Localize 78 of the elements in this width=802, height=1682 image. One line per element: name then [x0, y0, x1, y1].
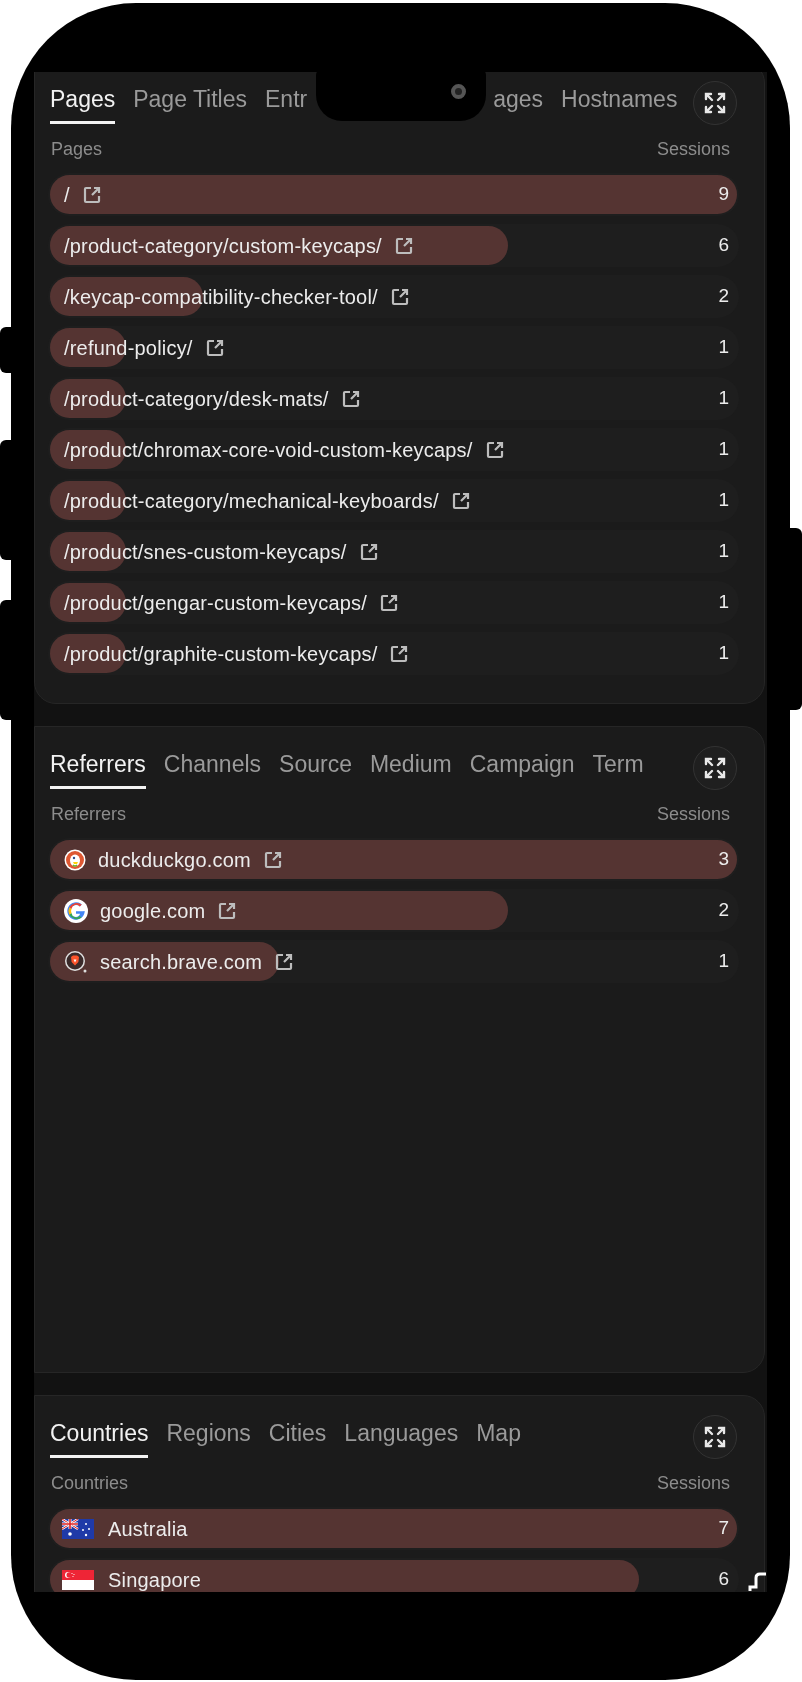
session-count: 3 — [718, 847, 730, 872]
external-link-icon[interactable] — [389, 643, 410, 664]
page-path: /product/graphite-custom-keycaps/ — [64, 641, 378, 667]
external-link-icon[interactable] — [340, 388, 361, 409]
referrer-domain: google.com — [100, 898, 206, 924]
external-link-icon[interactable] — [81, 184, 102, 205]
column-label: Sessions — [656, 803, 730, 826]
corner-icon — [748, 1572, 766, 1591]
tab[interactable]: Cities — [268, 1415, 327, 1458]
expand-button[interactable] — [693, 81, 737, 125]
external-link-icon[interactable] — [379, 592, 399, 613]
referrer-domain: search.brave.com — [100, 949, 263, 975]
tab[interactable]: Languages — [344, 1415, 459, 1458]
session-count: 1 — [718, 335, 730, 360]
session-count: 2 — [718, 284, 730, 309]
external-link-icon[interactable] — [274, 951, 295, 972]
page-path: /product-category/custom-keycaps/ — [64, 233, 382, 259]
tab[interactable]: Regions — [166, 1415, 251, 1458]
column-label: Sessions — [656, 138, 730, 161]
tab[interactable]: Source — [279, 746, 352, 789]
tab[interactable]: Map — [476, 1415, 521, 1458]
page-path: /refund-policy/ — [64, 335, 193, 361]
external-link-icon[interactable] — [393, 235, 414, 256]
session-count: 6 — [718, 233, 730, 258]
tab[interactable]: Term — [592, 746, 644, 789]
session-count: 7 — [718, 1516, 730, 1541]
country-name: Australia — [108, 1516, 188, 1542]
column-label: Sessions — [656, 1472, 730, 1495]
session-count: 1 — [718, 488, 730, 513]
tab[interactable]: Entr — [265, 81, 308, 124]
external-link-icon[interactable] — [262, 849, 283, 870]
session-count: 1 — [718, 386, 730, 411]
tab[interactable]: Medium — [369, 746, 452, 789]
session-count: 6 — [718, 1567, 730, 1592]
expand-icon — [704, 757, 726, 779]
session-count: 1 — [718, 539, 730, 564]
session-count: 1 — [718, 949, 730, 974]
page-path: / — [64, 182, 70, 208]
external-link-icon[interactable] — [450, 490, 471, 511]
external-link-icon[interactable] — [358, 541, 379, 562]
tab[interactable]: Channels — [163, 746, 262, 789]
session-count: 1 — [718, 641, 730, 666]
side-button[interactable] — [0, 327, 11, 373]
tab[interactable]: Campaign — [469, 746, 575, 789]
page-path: /product-category/mechanical-keyboards/ — [64, 488, 439, 514]
external-link-icon[interactable] — [204, 337, 225, 358]
external-link-icon[interactable] — [389, 286, 410, 307]
g-logo-icon — [64, 898, 88, 923]
tab[interactable]: Countries — [50, 1415, 149, 1458]
flag-icon — [62, 1569, 94, 1590]
tab[interactable]: Hostnames — [561, 81, 678, 124]
tab[interactable]: ages — [493, 81, 544, 124]
expand-button[interactable] — [693, 1415, 737, 1459]
external-link-icon[interactable] — [217, 900, 238, 921]
page-path: /product-category/desk-mats/ — [64, 386, 329, 412]
column-label: Countries — [51, 1472, 129, 1495]
column-label: Pages — [51, 138, 103, 161]
shield-logo-icon — [64, 949, 88, 974]
page-path: /product/chromax-core-void-custom-keycaps/ — [64, 437, 473, 463]
expand-icon — [704, 92, 726, 114]
session-count: 1 — [718, 437, 730, 462]
page-path: /product/gengar-custom-keycaps/ — [64, 590, 367, 616]
external-link-icon[interactable] — [484, 439, 505, 460]
tab[interactable]: Page Titles — [133, 81, 247, 124]
tab[interactable]: Referrers — [50, 746, 146, 789]
session-count: 1 — [718, 590, 730, 615]
expand-icon — [704, 1426, 726, 1448]
duck-logo-icon — [64, 848, 86, 871]
country-name: Singapore — [108, 1567, 201, 1592]
column-label: Referrers — [51, 803, 126, 826]
referrer-domain: duckduckgo.com — [98, 847, 251, 873]
page-path: /keycap-compatibility-checker-tool/ — [64, 284, 378, 310]
page-path: /product/snes-custom-keycaps/ — [64, 539, 347, 565]
expand-button[interactable] — [693, 746, 737, 790]
tab[interactable]: Pages — [50, 81, 116, 124]
flag-icon — [62, 1518, 94, 1539]
session-count: 2 — [718, 898, 730, 923]
session-count: 9 — [718, 182, 730, 207]
